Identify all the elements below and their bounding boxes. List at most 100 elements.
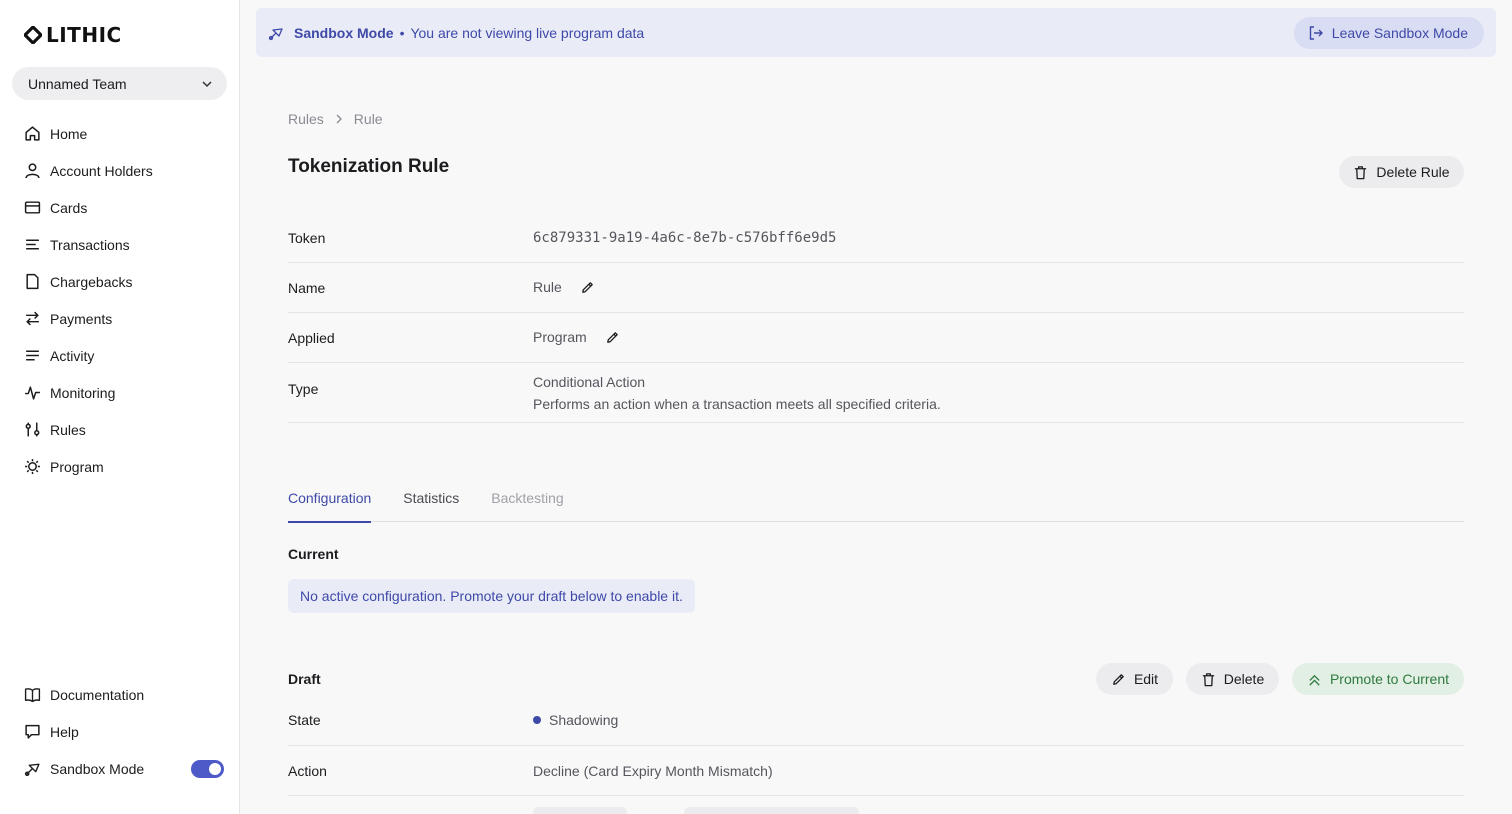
edit-applied-pencil-icon[interactable] [605, 330, 620, 345]
name-label: Name [288, 280, 326, 296]
nav-item-label: Account Holders [50, 162, 153, 179]
promote-to-current-button[interactable]: Promote to Current [1292, 663, 1464, 695]
edit-label: Edit [1133, 671, 1159, 687]
no-config-notice: No active configuration. Promote your dr… [288, 579, 695, 613]
logo-mark-icon [24, 26, 42, 44]
breadcrumb-current: Rule [353, 111, 383, 127]
nav-item-label: Rules [50, 421, 86, 438]
nav-item-rules[interactable]: Rules [24, 411, 224, 448]
tab-configuration[interactable]: Configuration [288, 480, 372, 523]
book-icon [24, 688, 41, 703]
logo-text: LITHIC [46, 23, 122, 47]
bottom-nav: Documentation Help Sandbox Mode [24, 676, 224, 787]
state-value: Shadowing [549, 712, 619, 728]
sidebar: LITHIC Unnamed Team Home Account Holders… [0, 0, 240, 814]
card-icon [24, 201, 41, 214]
lithic-logo[interactable]: LITHIC [24, 23, 122, 47]
detail-row-action: Action Decline (Card Expiry Month Mismat… [288, 746, 1464, 796]
detail-row-name: Name Rule [288, 263, 1464, 313]
leave-sandbox-button[interactable]: Leave Sandbox Mode [1293, 17, 1484, 49]
user-icon [25, 163, 40, 179]
nav-item-label: Transactions [50, 236, 130, 253]
delete-rule-button[interactable]: Delete Rule [1339, 156, 1464, 188]
nav-item-cards[interactable]: Cards [24, 189, 224, 226]
nav-item-label: Monitoring [50, 384, 116, 401]
main-nav: Home Account Holders Cards Transactions … [24, 115, 224, 485]
nav-item-account-holders[interactable]: Account Holders [24, 152, 224, 189]
token-value: 6c879331-9a19-4a6c-8e7b-c576bff6e9d5 [533, 230, 837, 246]
page-title: Tokenization Rule [288, 156, 450, 177]
nav-item-transactions[interactable]: Transactions [24, 226, 224, 263]
sandbox-banner: Sandbox Mode • You are not viewing live … [256, 8, 1496, 57]
nav-item-label: Chargebacks [50, 273, 133, 290]
type-description: Performs an action when a transaction me… [533, 396, 941, 412]
edit-name-pencil-icon[interactable] [580, 280, 595, 295]
sliders-icon [25, 422, 40, 437]
nav-item-monitoring[interactable]: Monitoring [24, 374, 224, 411]
nav-item-chargebacks[interactable]: Chargebacks [24, 263, 224, 300]
leave-sandbox-label: Leave Sandbox Mode [1331, 25, 1468, 41]
nav-item-label: Sandbox Mode [50, 760, 145, 777]
type-value: Conditional Action [533, 374, 646, 390]
applied-label: Applied [288, 330, 335, 346]
team-selector[interactable]: Unnamed Team [12, 67, 227, 100]
trash-icon [1355, 165, 1367, 179]
nav-item-label: Payments [50, 310, 113, 327]
arrows-icon [26, 311, 39, 326]
applied-value-group: Program [533, 329, 620, 345]
type-label: Type [288, 381, 319, 397]
partial-chip [533, 807, 627, 814]
state-label: State [288, 712, 321, 728]
detail-row-type: Type Conditional Action Performs an acti… [288, 363, 1464, 423]
delete-label: Delete [1223, 671, 1265, 687]
banner-message: You are not viewing live program data [410, 24, 645, 41]
lines-icon [26, 350, 39, 361]
name-value: Rule [533, 279, 562, 295]
detail-row-applied: Applied Program [288, 313, 1464, 363]
edit-draft-button[interactable]: Edit [1096, 663, 1173, 695]
tab-statistics[interactable]: Statistics [403, 480, 459, 522]
nav-item-program[interactable]: Program [24, 448, 224, 485]
tab-backtesting[interactable]: Backtesting [491, 480, 563, 522]
delete-draft-button[interactable]: Delete [1186, 663, 1279, 695]
sandbox-icon [24, 763, 40, 777]
breadcrumb: Rules Rule [288, 111, 383, 127]
home-icon [25, 126, 40, 141]
list-icon [26, 239, 39, 250]
detail-row-token: Token 6c879331-9a19-4a6c-8e7b-c576bff6e9… [288, 213, 1464, 263]
breadcrumb-rules-link[interactable]: Rules [288, 111, 324, 127]
chevron-right-icon [336, 114, 342, 124]
team-name: Unnamed Team [28, 75, 127, 92]
pencil-icon [1113, 673, 1124, 685]
nav-item-documentation[interactable]: Documentation [24, 676, 224, 713]
double-chevron-up-icon [1309, 674, 1320, 686]
status-dot [533, 716, 541, 724]
rule-tabs: Configuration Statistics Backtesting [288, 480, 1464, 523]
nav-item-home[interactable]: Home [24, 115, 224, 152]
nav-item-payments[interactable]: Payments [24, 300, 224, 337]
state-value-group: Shadowing [533, 712, 618, 728]
banner-separator: • [399, 24, 405, 41]
nav-item-label: Activity [50, 347, 95, 364]
banner-title: Sandbox Mode [294, 24, 394, 41]
nav-item-help[interactable]: Help [24, 713, 224, 750]
name-value-group: Rule [533, 279, 595, 295]
chevron-down-icon [202, 80, 212, 87]
nav-item-sandbox-mode[interactable]: Sandbox Mode [24, 750, 224, 787]
nav-item-label: Home [50, 125, 88, 142]
trash-icon [1202, 672, 1214, 686]
exit-icon [1309, 26, 1323, 40]
sandbox-mode-toggle[interactable] [191, 759, 224, 778]
detail-row-state: State Shadowing [288, 695, 1464, 746]
sandbox-icon [268, 27, 283, 40]
promote-label: Promote to Current [1329, 671, 1450, 687]
nav-item-label: Cards [50, 199, 88, 216]
nav-item-label: Help [50, 723, 79, 740]
nav-item-activity[interactable]: Activity [24, 337, 224, 374]
chat-icon [25, 724, 40, 739]
nav-item-label: Documentation [50, 686, 145, 703]
nav-item-label: Program [50, 458, 104, 475]
file-icon [26, 273, 39, 290]
action-label: Action [288, 763, 327, 779]
draft-section-title: Draft [288, 671, 321, 687]
